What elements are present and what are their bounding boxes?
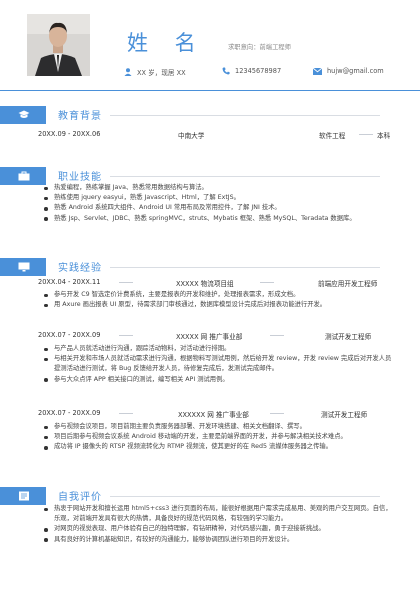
education-degree: 本科 [377,132,391,140]
job-project: XXXXX 网 推广事业部 [176,333,243,341]
divider-dash [119,335,133,336]
education-period: 20XX.09 - 20XX.06 [38,130,101,138]
divider-dash [119,413,133,414]
list-item: 对网页的视觉表现、用户体验有自己的独特理解，有钻研精神，对代码感兴趣，勇于迎接新… [44,524,392,534]
section-divider [110,496,380,497]
list-item: 参与开发 C9 智选定价计费系统，主要是报表的开发和维护，处理报表需求，形成文档… [44,290,392,300]
education-major: 软件工程 [319,132,346,140]
section-tag [0,258,46,276]
self-eval-section-header: 自我评价 [0,487,420,505]
list-item: 与相关开发和市场人员就活动需求进行沟通，根据物料写测试用例，然后给开发 revi… [44,354,392,374]
phone-info: 12345678987 [222,67,281,75]
job-role: 测试开发工程师 [321,411,368,419]
section-divider [110,115,380,116]
self-eval-list: 热衷于网站开发和擅长运用 html5+css3 进行页面的布局，能很好根据用户需… [44,504,392,545]
job-role: 前端应用开发工程师 [318,280,378,288]
email-info: hujw@gmail.com [313,67,384,75]
profile-photo [27,14,90,76]
list-item: 熟悉 Jsp、Servlet、JDBC、熟悉 springMVC，struts、… [44,214,392,224]
divider-dash [359,134,373,135]
header-divider [0,90,420,91]
list-item: 热衷于网站开发和擅长运用 html5+css3 进行页面的布局，能很好根据用户需… [44,504,392,524]
list-item: 项目后期参与视频会议系统 Android 移动端的开发，主要是前端界面的开发，并… [44,432,392,442]
list-item: 参与大众点评 APP 相关接口的测试，编写相关 API 测试用例。 [44,375,392,385]
section-tag [0,487,46,505]
list-item: 熟悉 Android 系统四大组件、Android UI 常用布局及常用控件，了… [44,203,392,213]
job-period: 20XX.04 - 20XX.11 [38,278,101,286]
divider-dash [260,282,274,283]
divider-dash [119,282,133,283]
experience-section-header: 实践经验 [0,258,420,276]
age-location-text: XX 岁，现居 XX [137,69,186,77]
section-tag [0,106,46,124]
job-period: 20XX.07 - 20XX.09 [38,331,101,339]
skills-list: 热爱编程，熟练掌握 Java、熟悉常用数据结构与算法。 熟练使用 jquery … [44,183,392,224]
section-divider [110,176,380,177]
job-period: 20XX.07 - 20XX.09 [38,409,101,417]
phone-text: 12345678987 [235,67,282,75]
job-bullets: 参与开发 C9 智选定价计费系统，主要是报表的开发和维护，处理报表需求，形成文档… [44,290,392,310]
mail-icon [313,67,322,75]
section-title: 实践经验 [58,263,102,274]
phone-icon [222,67,230,75]
list-item: 具有良好的计算机基础知识，有较好的沟通能力，能够协调团队进行项目的开发设计。 [44,535,392,545]
email-text[interactable]: hujw@gmail.com [327,67,384,75]
job-bullets: 参与视频会议项目，项目前期主要负责服务器部署、开发环境搭建、相关文档翻译、撰写。… [44,422,392,453]
job-project: XXXXXX 网 推广事业部 [178,411,249,419]
section-title: 职业技能 [58,172,102,183]
list-item: 成功将 IP 摄像头的 RTSP 视频流转化为 RTMP 视频流，使其更好的在 … [44,442,392,452]
divider-dash [270,413,284,414]
section-title: 教育背景 [58,111,102,122]
job-intent: 求职意向：前端工程师 [228,44,291,51]
list-item: 热爱编程，熟练掌握 Java、熟悉常用数据结构与算法。 [44,183,392,193]
job-project: XXXXX 物流项目组 [176,280,234,288]
candidate-name: 姓 名 [127,31,206,55]
person-icon [124,68,132,76]
education-section-header: 教育背景 [0,106,420,124]
job-role: 测试开发工程师 [325,333,372,341]
job-bullets: 与产品人员就活动进行沟通，跟踪活动物料，对活动进行排期。 与相关开发和市场人员就… [44,344,392,385]
list-item: 与产品人员就活动进行沟通，跟踪活动物料，对活动进行排期。 [44,344,392,354]
age-location-info: XX 岁，现居 XX [124,67,186,77]
section-tag [0,167,46,185]
divider-dash [270,335,284,336]
education-school: 中南大学 [178,132,205,140]
section-divider [110,267,380,268]
list-item: 参与视频会议项目，项目前期主要负责服务器部署、开发环境搭建、相关文档翻译、撰写。 [44,422,392,432]
list-item: 用 Axure 画出报表 UI 原型，待需求部门审核通过，数据库模型设计完成后对… [44,300,392,310]
list-item: 熟练使用 jquery easyui，熟悉 Javascript、Html，了解… [44,193,392,203]
section-title: 自我评价 [58,492,102,503]
